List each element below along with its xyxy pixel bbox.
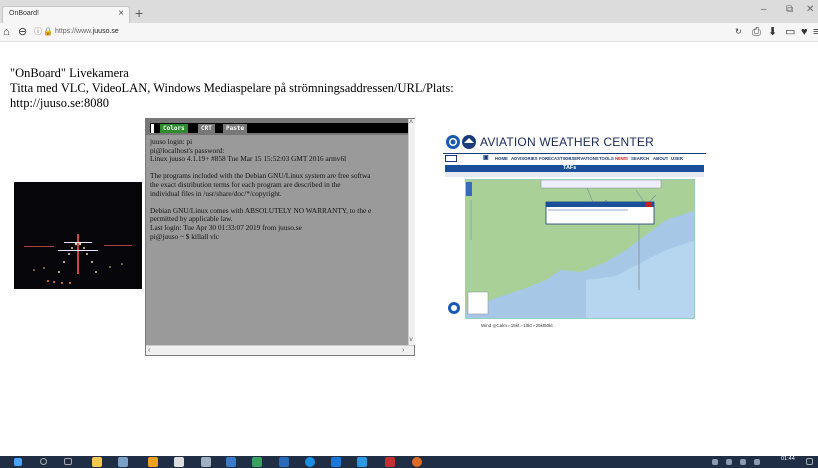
search-icon[interactable] [40, 458, 47, 465]
minimize-button[interactable]: – [761, 4, 767, 15]
calculator-icon[interactable] [174, 457, 184, 467]
wind-legend: Wind ◎Calm ⌐15kt ⌐10kt ⌐25kt50kt [481, 323, 553, 328]
task-view-icon[interactable] [64, 458, 72, 465]
page-instructions: Titta med VLC, VideoLAN, Windows Mediasp… [10, 81, 454, 95]
browser-tab[interactable]: OnBoard! × [2, 6, 130, 23]
noaa-map-logo [448, 302, 460, 314]
app-icon[interactable] [252, 457, 262, 467]
page-heading: "OnBoard" Livekamera [10, 66, 129, 80]
app-icon[interactable] [357, 457, 367, 467]
terminal-line: pi@juuso ~ $ killall vlc [150, 231, 220, 241]
print-icon[interactable]: ⎙ [752, 25, 761, 39]
tab-title: OnBoard! [9, 10, 39, 17]
aw-nav-advisories[interactable]: ADVISORIES [511, 156, 538, 161]
runway-lights-image [14, 182, 142, 289]
app-icon[interactable] [201, 457, 211, 467]
aw-home-icon[interactable]: ▣ [483, 154, 489, 161]
app-icon[interactable] [305, 457, 315, 467]
aviation-nav: ▣ HOME ADVISORIES FORECASTS OBSERVATIONS… [443, 153, 706, 164]
colors-button[interactable]: Colors [160, 124, 188, 133]
taf-map[interactable] [465, 179, 695, 319]
aw-search-box[interactable] [445, 155, 457, 162]
windows-start-icon[interactable] [14, 458, 22, 466]
url-prefix: https://www. [55, 28, 93, 35]
lock-icon: 🔒 [43, 27, 53, 36]
aw-nav-user[interactable]: USER [671, 156, 683, 161]
stream-url[interactable]: http://juuso.se:8080 [10, 96, 454, 111]
paste-button[interactable]: Paste [223, 124, 248, 133]
ssh-terminal[interactable]: Colors CRT Paste juuso login: pi pi@local… [145, 118, 415, 356]
menu-icon[interactable]: ≡ [813, 25, 818, 39]
nav-bar: ⌂ ⊖ ⓘ 🔒 https://www.juuso.se ↻ ⎙ ⬇ ▭ ♥ ≡ [0, 23, 818, 42]
reload-icon[interactable]: ↻ [735, 25, 742, 39]
site-info-icon[interactable]: ⓘ [34, 25, 42, 39]
aw-nav-tools[interactable]: TOOLS [599, 156, 614, 161]
back-icon[interactable]: ⊖ [18, 25, 27, 39]
terminal-horizontal-scrollbar[interactable]: ‹ › [146, 345, 414, 355]
firefox-icon[interactable] [412, 457, 422, 467]
terminal-marker [151, 124, 154, 133]
aviation-weather-panel[interactable]: AVIATION WEATHER CENTER ▣ HOME ADVISORIE… [443, 131, 706, 343]
terminal-toolbar: Colors CRT Paste [146, 119, 408, 135]
volume-icon[interactable] [754, 459, 760, 465]
network-icon[interactable] [726, 459, 732, 465]
tabs-icon[interactable]: ▭ [785, 25, 795, 39]
aw-subtoolbar [445, 172, 704, 177]
crt-button[interactable]: CRT [198, 124, 215, 133]
windows-taskbar: 01:44 [0, 456, 818, 468]
aw-nav-home[interactable]: HOME [495, 156, 508, 161]
aw-nav-forecasts[interactable]: FORECASTS [539, 156, 566, 161]
scroll-right-icon[interactable]: › [402, 347, 404, 355]
app-icon[interactable] [118, 457, 128, 467]
home-icon[interactable]: ⌂ [3, 25, 10, 39]
aviation-weather-title: AVIATION WEATHER CENTER [480, 135, 654, 149]
terminal-output[interactable]: juuso login: pi pi@localhost's password: L… [150, 138, 408, 343]
url-field[interactable]: https://www.juuso.se [55, 26, 119, 38]
aw-nav-news[interactable]: NEWS [615, 156, 628, 161]
aw-nav-about[interactable]: ABOUT [653, 156, 668, 161]
url-host: juuso.se [92, 28, 119, 35]
aw-section-title: TAFs [563, 165, 577, 171]
tab-strip: OnBoard! × + – ⧉ ✕ [0, 0, 818, 23]
filezilla-icon[interactable] [385, 457, 395, 467]
new-tab-button[interactable]: + [135, 6, 143, 20]
scroll-down-icon[interactable]: ˅ [409, 337, 413, 345]
action-center-icon[interactable] [806, 458, 813, 465]
terminal-vertical-scrollbar[interactable]: ˄ ˅ [408, 119, 415, 345]
scroll-up-icon[interactable]: ˄ [409, 119, 413, 127]
close-tab-icon[interactable]: × [118, 8, 124, 19]
scroll-left-icon[interactable]: ‹ [148, 347, 150, 355]
wifi-icon[interactable] [740, 459, 746, 465]
maximize-button[interactable]: ⧉ [786, 4, 793, 15]
edge-icon[interactable] [331, 457, 341, 467]
app-icon[interactable] [226, 457, 236, 467]
livecam-video[interactable] [14, 182, 142, 289]
app-icon[interactable] [279, 457, 289, 467]
taf-map-graphic [466, 180, 694, 318]
terminal-line: individual files in /usr/share/doc/*/cop… [150, 188, 282, 198]
terminal-line: Linux juuso 4.1.19+ #858 Tue Mar 15 15:5… [150, 154, 347, 164]
file-explorer-icon[interactable] [92, 457, 102, 467]
noaa-faa-logos [446, 135, 476, 149]
aw-section-band: TAFs [445, 165, 704, 172]
aw-nav-search[interactable]: SEARCH [631, 156, 649, 161]
tray-icons[interactable] [712, 459, 718, 465]
pocket-icon[interactable]: ♥ [801, 25, 808, 39]
taskbar-clock[interactable]: 01:44 [781, 456, 795, 462]
app-icon[interactable] [148, 457, 158, 467]
page-intro: "OnBoard" Livekamera Titta med VLC, Vide… [10, 66, 454, 111]
terminal-button-bar: Colors CRT Paste [150, 123, 408, 133]
download-icon[interactable]: ⬇ [768, 25, 777, 39]
aw-nav-observations[interactable]: OBSERVATIONS [565, 156, 599, 161]
close-window-button[interactable]: ✕ [806, 4, 814, 15]
